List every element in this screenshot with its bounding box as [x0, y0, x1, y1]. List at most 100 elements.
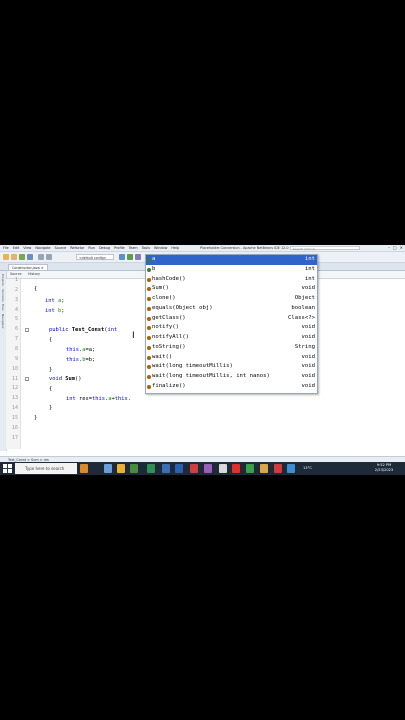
method-icon	[147, 277, 151, 282]
word-icon[interactable]	[162, 464, 170, 473]
fold-toggle-icon[interactable]: −	[25, 377, 29, 382]
code-line-13: int res=this.a+this.	[66, 396, 131, 402]
line-number: 14	[11, 405, 18, 412]
completion-item-name: getClass()	[152, 314, 186, 321]
line-number: 16	[11, 424, 18, 431]
completion-item[interactable]: notifyAll() void	[146, 333, 317, 343]
completion-item-type: String	[294, 343, 315, 350]
fold-toggle-icon[interactable]: −	[25, 328, 29, 333]
minimize-button[interactable]: –	[388, 245, 390, 251]
method-icon	[147, 326, 151, 331]
menu-source[interactable]: Source	[55, 245, 67, 251]
app-icon[interactable]	[190, 464, 198, 473]
completion-item-type: void	[301, 382, 315, 389]
weather-widget-icon[interactable]	[80, 464, 88, 473]
completion-item[interactable]: toString() String	[146, 343, 317, 353]
line-number: 11	[11, 375, 18, 382]
maximize-button[interactable]: □	[393, 245, 397, 251]
new-file-icon[interactable]	[11, 254, 17, 260]
chrome-icon[interactable]	[246, 464, 254, 473]
code-line-9: this.b=b;	[66, 357, 96, 363]
netbeans-icon[interactable]	[260, 464, 268, 473]
completion-item-type: Class<?>	[288, 314, 315, 321]
menu-file[interactable]: File	[3, 245, 9, 251]
completion-item[interactable]: equals(Object obj) boolean	[146, 304, 317, 314]
vscode-icon[interactable]	[175, 464, 183, 473]
edge-icon[interactable]	[147, 464, 155, 473]
ide-search-input[interactable]: Search (Ctrl+I)	[290, 246, 360, 251]
menu-view[interactable]: View	[23, 245, 31, 251]
app-icon[interactable]	[219, 464, 227, 473]
method-icon	[147, 316, 151, 321]
text-cursor-icon: I	[132, 331, 135, 341]
task-view-icon[interactable]	[104, 464, 112, 473]
menu-navigate[interactable]: Navigate	[35, 245, 50, 251]
completion-item[interactable]: Sum() void	[146, 284, 317, 294]
sidebar-item-files[interactable]: Files	[1, 304, 5, 311]
menu-tools[interactable]: Tools	[142, 245, 150, 251]
sidebar-item-services[interactable]: Services	[1, 289, 5, 302]
code-completion-popup[interactable]: a int b int hashCode() int Sum() void clone() Obj…	[145, 254, 318, 394]
taskbar-search-input[interactable]: Type here to search	[15, 463, 77, 474]
completion-item[interactable]: wait() void	[146, 353, 317, 363]
chrome-icon[interactable]	[130, 464, 138, 473]
completion-item-name: equals(Object obj)	[152, 304, 213, 311]
completion-item-name: a	[152, 256, 156, 262]
menu-team[interactable]: Team	[129, 245, 138, 251]
tab-constructor-java[interactable]: Constructor.java ×	[8, 264, 48, 270]
completion-item[interactable]: finalize() void	[146, 382, 317, 392]
debug-icon[interactable]	[135, 254, 141, 260]
run-icon[interactable]	[127, 254, 133, 260]
windows-start-icon[interactable]	[3, 464, 12, 473]
redo-icon[interactable]	[46, 254, 52, 260]
completion-item-name: finalize()	[152, 382, 186, 389]
menu-edit[interactable]: Edit	[13, 245, 20, 251]
close-button[interactable]: ✕	[400, 245, 403, 251]
line-number: 17	[11, 434, 18, 441]
code-line-15: }	[34, 415, 38, 421]
menu-debug[interactable]: Debug	[99, 245, 110, 251]
new-project-icon[interactable]	[3, 254, 9, 260]
app-icon[interactable]	[204, 464, 212, 473]
app-icon[interactable]	[287, 464, 295, 473]
sidebar-item-navigator[interactable]: Navigator	[1, 314, 5, 329]
sidebar-item-projects[interactable]: Projects	[1, 274, 5, 286]
config-select[interactable]: <default config>	[76, 254, 114, 260]
completion-item[interactable]: notify() void	[146, 323, 317, 333]
menu-help[interactable]: Help	[171, 245, 179, 251]
save-all-icon[interactable]	[27, 254, 33, 260]
completion-item-name: wait()	[152, 353, 173, 360]
completion-item-type: void	[301, 353, 315, 360]
completion-item[interactable]: wait(long timeoutMillis, int nanos) void	[146, 372, 317, 382]
completion-item[interactable]: a int	[146, 255, 317, 265]
menu-run[interactable]: Run	[88, 245, 95, 251]
menu-profile[interactable]: Profile	[114, 245, 125, 251]
youtube-icon[interactable]	[232, 464, 240, 473]
clock[interactable]: 9:52 PM 2/23/2023	[369, 463, 399, 473]
code-line-7: {	[49, 337, 53, 343]
completion-item[interactable]: hashCode() int	[146, 275, 317, 285]
line-number: 3	[14, 296, 18, 303]
completion-item-type: int	[304, 275, 315, 282]
tab-history[interactable]: History	[26, 271, 42, 278]
completion-item[interactable]: getClass() Class<?>	[146, 314, 317, 324]
line-number: 10	[11, 365, 18, 372]
completion-item-name: toString()	[152, 343, 186, 350]
code-line-6: public Test_Const(int	[49, 327, 118, 333]
completion-item[interactable]: wait(long timeoutMillis) void	[146, 362, 317, 372]
undo-icon[interactable]	[38, 254, 44, 260]
title-bar: File Edit View Navigate Source Refactor …	[0, 245, 405, 252]
window-controls: – □ ✕	[388, 245, 403, 251]
build-icon[interactable]	[119, 254, 125, 260]
completion-item-name: wait(long timeoutMillis, int nanos)	[152, 373, 270, 379]
line-number-gutter: 1 2 3 4 5 6 7 8 9 10 11 12 13 14 15 16 17	[6, 277, 21, 449]
app-icon[interactable]	[274, 464, 282, 473]
completion-item[interactable]: clone() Object	[146, 294, 317, 304]
file-explorer-icon[interactable]	[117, 464, 125, 473]
completion-item[interactable]: b int	[146, 265, 317, 275]
menu-bar: File Edit View Navigate Source Refactor …	[3, 245, 179, 251]
menu-refactor[interactable]: Refactor	[70, 245, 84, 251]
open-project-icon[interactable]	[19, 254, 25, 260]
menu-window[interactable]: Window	[154, 245, 167, 251]
completion-item-type: int	[304, 265, 315, 272]
